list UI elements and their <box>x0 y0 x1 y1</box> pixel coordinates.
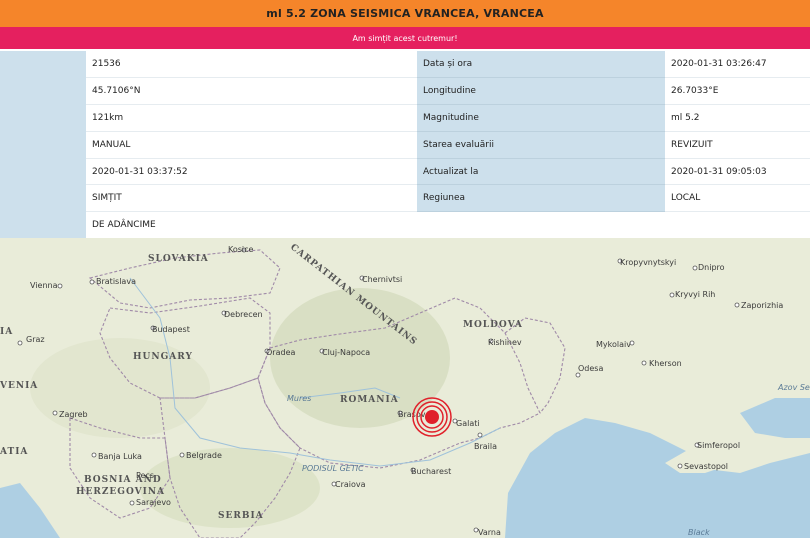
city-zaporizhia: Zaporizhia <box>741 301 783 310</box>
city-simferopol: Simferopol <box>697 441 740 450</box>
country-bosnia-2: HERZEGOVINA <box>76 487 165 497</box>
felt-banner[interactable]: Am simțit acest cutremur! <box>0 27 810 49</box>
city-sevastopol: Sevastopol <box>684 462 728 471</box>
date-value: 2020-01-31 03:26:47 <box>665 51 810 79</box>
city-odesa: Odesa <box>578 364 603 373</box>
country-hungary: HUNGARY <box>133 352 193 362</box>
city-galati: Galati <box>456 419 480 428</box>
river-mures-label: Mures <box>287 394 311 403</box>
status-value: REVIZUIT <box>665 131 810 159</box>
magnitude-label: Magnitudine <box>417 104 665 132</box>
table-row: 45.7106°N Longitudine 26.7033°E <box>0 77 810 106</box>
table-row: SIMȚIT Regiunea LOCAL <box>0 184 810 213</box>
depth-value: 121km <box>86 104 417 132</box>
depth-type-value: DE ADÂNCIME <box>86 211 810 239</box>
status-label: Starea evaluării <box>417 131 665 159</box>
longitude-label: Longitudine <box>417 77 665 106</box>
city-kosice: Kosice <box>228 245 254 254</box>
city-bucharest: Bucharest <box>411 467 451 476</box>
city-varna: Varna <box>478 528 501 537</box>
city-kishinev: Kishinev <box>488 338 522 347</box>
azov-sea-label: Azov Se <box>777 383 810 392</box>
city-mykolaiv: Mykolaiv <box>596 340 631 349</box>
city-cluj-napoca: Cluj-Napoca <box>322 348 370 357</box>
updated-value: 2020-01-31 09:05:03 <box>665 158 810 186</box>
country-romania: ROMANIA <box>340 395 399 405</box>
updated-label: Actualizat la <box>417 158 665 186</box>
city-kherson: Kherson <box>649 359 682 368</box>
city-banja-luka: Banja Luka <box>98 452 142 461</box>
city-pecs: Pecs <box>136 471 154 480</box>
city-kryvyi-rih: Kryvyi Rih <box>675 290 715 299</box>
city-zagreb: Zagreb <box>59 410 88 419</box>
country-serbia: SERBIA <box>218 511 264 521</box>
event-title-bar: ml 5.2 ZONA SEISMICA VRANCEA, VRANCEA <box>0 0 810 27</box>
event-title: ml 5.2 ZONA SEISMICA VRANCEA, VRANCEA <box>266 7 544 20</box>
longitude-value: 26.7033°E <box>665 77 810 106</box>
table-row: MANUAL Starea evaluării REVIZUIT <box>0 131 810 159</box>
city-vienna: Vienna <box>30 281 58 290</box>
city-bratislava: Bratislava <box>96 277 136 286</box>
city-oradea: Oradea <box>266 348 295 357</box>
region-value: LOCAL <box>665 184 810 213</box>
table-row: 121km Magnitudine ml 5.2 <box>0 104 810 132</box>
map-canvas[interactable]: SLOVAKIA HUNGARY ROMANIA MOLDOVA SERBIA … <box>0 238 810 538</box>
city-debrecen: Debrecen <box>224 310 263 319</box>
podisul-getic-label: PODISUL GETIC <box>302 464 364 473</box>
latitude-value: 45.7106°N <box>86 77 417 106</box>
carpathian-terrain <box>270 288 450 428</box>
felt-value: SIMȚIT <box>86 184 417 213</box>
city-graz: Graz <box>26 335 45 344</box>
city-chernivtsi: Chernivtsi <box>362 275 402 284</box>
city-budapest: Budapest <box>152 325 190 334</box>
country-partial-ia: IA <box>0 327 13 337</box>
country-partial-venia: VENIA <box>0 381 38 391</box>
country-partial-atia: ATIA <box>0 447 28 457</box>
city-kropyvnytskyi: Kropyvnytskyi <box>620 258 676 267</box>
city-belgrade: Belgrade <box>186 451 222 460</box>
date-label: Data și ora <box>417 51 665 79</box>
event-id-value: 21536 <box>86 51 417 79</box>
table-row: DE ADÂNCIME <box>0 211 810 239</box>
computed-value: 2020-01-31 03:37:52 <box>86 158 417 186</box>
magnitude-value: ml 5.2 <box>665 104 810 132</box>
black-sea-label: Black <box>688 528 710 537</box>
event-details-table: 21536 Data și ora 2020-01-31 03:26:47 45… <box>0 51 810 239</box>
source-value: MANUAL <box>86 131 417 159</box>
left-margin <box>0 51 86 212</box>
left-margin <box>0 211 86 239</box>
city-craiova: Craiova <box>335 480 366 489</box>
country-moldova: MOLDOVA <box>463 320 523 330</box>
city-braila: Braila <box>474 442 497 451</box>
table-row: 2020-01-31 03:37:52 Actualizat la 2020-0… <box>0 158 810 186</box>
felt-banner-text[interactable]: Am simțit acest cutremur! <box>352 34 457 43</box>
epicenter-map[interactable]: SLOVAKIA HUNGARY ROMANIA MOLDOVA SERBIA … <box>0 238 810 538</box>
city-dnipro: Dnipro <box>698 263 725 272</box>
table-row: 21536 Data și ora 2020-01-31 03:26:47 <box>0 51 810 212</box>
region-label: Regiunea <box>417 184 665 213</box>
country-slovakia: SLOVAKIA <box>148 254 209 264</box>
city-sarajevo: Sarajevo <box>136 498 171 507</box>
